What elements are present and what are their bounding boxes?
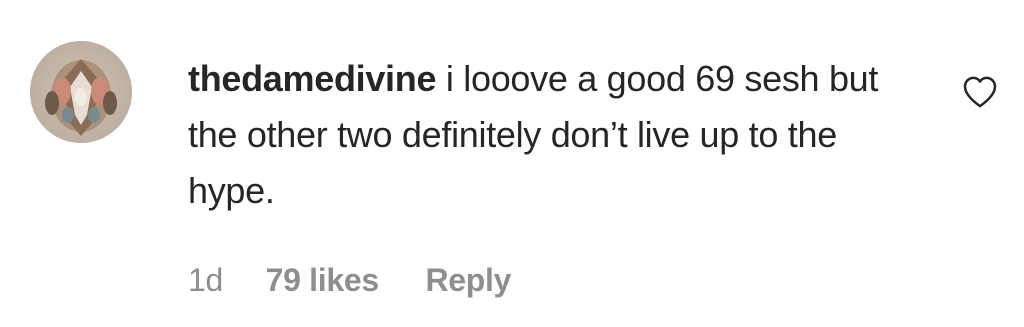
like-button[interactable]	[959, 72, 1001, 112]
avatar-image	[30, 41, 132, 143]
reply-button[interactable]: Reply	[425, 258, 511, 302]
comment-username[interactable]: thedamedivine	[188, 58, 436, 99]
comment-item: thedamedivine i looove a good 69 sesh bu…	[0, 0, 1024, 327]
comment-meta: 1d 79 likes Reply	[188, 258, 511, 302]
heart-outline-icon	[963, 76, 997, 108]
comment-body: thedamedivine i looove a good 69 sesh bu…	[188, 51, 908, 219]
comment-likes-count[interactable]: 79 likes	[266, 258, 380, 302]
avatar[interactable]	[30, 41, 132, 143]
comment-timestamp[interactable]: 1d	[188, 258, 223, 302]
